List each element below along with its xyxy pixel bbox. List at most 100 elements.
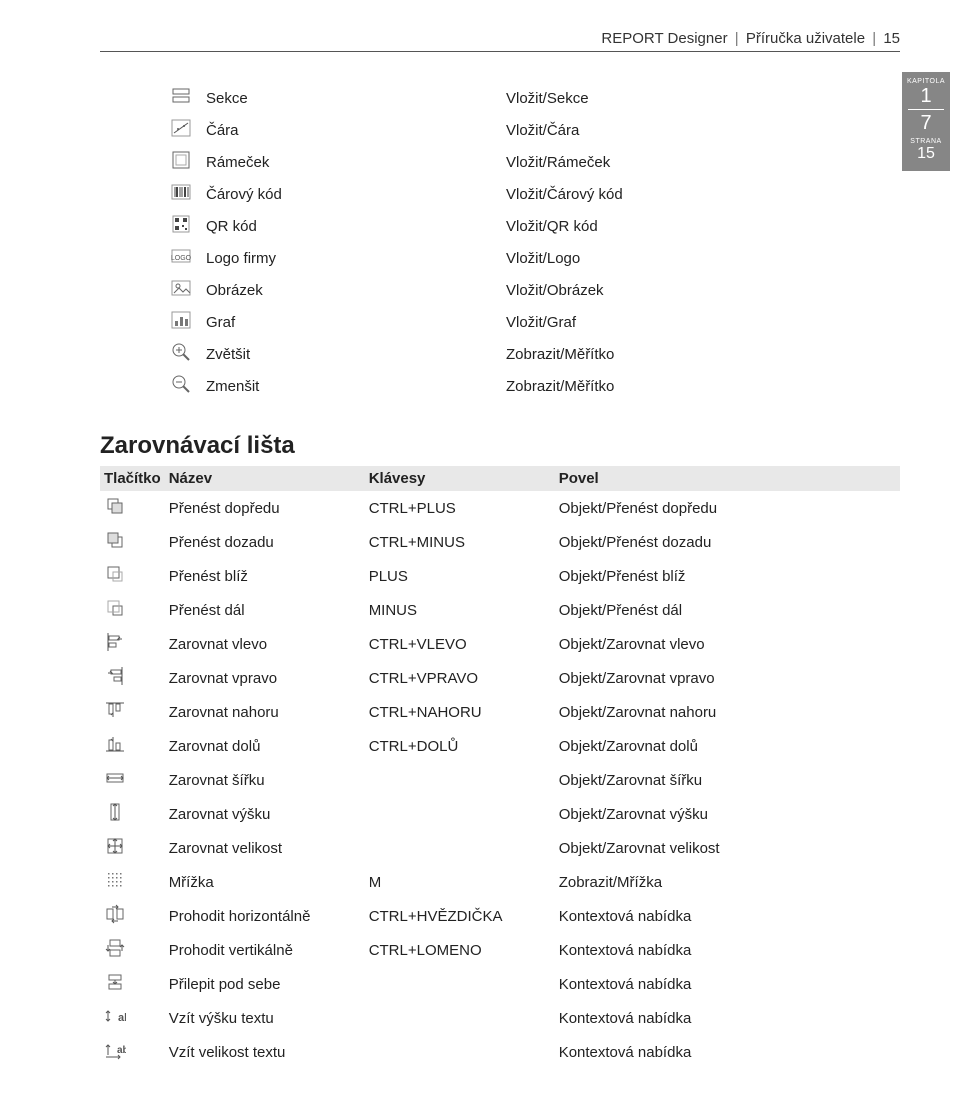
alignment-table-row: Zarovnat vlevoCTRL+VLEVOObjekt/Zarovnat … <box>100 627 900 661</box>
insert-row-name: Čárový kód <box>206 186 282 203</box>
logo-icon: LOGO <box>170 245 192 267</box>
align-row-keys: CTRL+NAHORU <box>369 704 482 721</box>
sidebar-page: 15 <box>902 145 950 163</box>
align-top-icon <box>104 699 126 721</box>
insert-table-row: QR kódVložit/QR kód <box>170 210 900 242</box>
insert-row-name: Zvětšit <box>206 346 250 363</box>
insert-row-cmd: Vložit/Obrázek <box>506 282 604 299</box>
align-row-keys: CTRL+HVĚZDIČKA <box>369 908 503 925</box>
align-row-name: Prohodit horizontálně <box>169 908 311 925</box>
insert-row-name: Obrázek <box>206 282 263 299</box>
alignment-table-row: Prohodit vertikálněCTRL+LOMENOKontextová… <box>100 933 900 967</box>
align-height-icon <box>104 801 126 823</box>
alignment-table-header: TlačítkoNázevKlávesyPovel <box>100 466 900 491</box>
insert-table-row: GrafVložit/Graf <box>170 306 900 338</box>
sidebar-chapter: 1 <box>902 85 950 107</box>
insert-table-row: LOGO Logo firmy Vložit/Logo <box>170 242 900 274</box>
alignment-table-row: Přenést dozadu CTRL+MINUS Objekt/Přenést d… <box>100 525 900 559</box>
insert-table-row: Zvětšit Zobrazit/Měřítko <box>170 338 900 370</box>
alignment-table-row: Přenést blížPLUSObjekt/Přenést blíž <box>100 559 900 593</box>
bring-near-icon <box>104 563 126 585</box>
insert-row-cmd: Vložit/Graf <box>506 314 576 331</box>
header-doc: Příručka uživatele <box>746 30 865 47</box>
align-row-cmd: Zobrazit/Mřížka <box>559 874 662 891</box>
sidebar-kapitola-label: KAPITOLA <box>902 78 950 85</box>
align-row-cmd: Objekt/Přenést dopředu <box>559 500 717 517</box>
barcode-icon <box>170 181 192 203</box>
alignment-table-row: Zarovnat nahoruCTRL+NAHORUObjekt/Zarovna… <box>100 695 900 729</box>
chapter-sidebar: KAPITOLA 1 7 STRANA 15 <box>902 72 950 171</box>
qr-icon <box>170 213 192 235</box>
bring-front-icon <box>104 495 126 517</box>
align-row-cmd: Kontextová nabídka <box>559 942 692 959</box>
align-row-name: Prohodit vertikálně <box>169 942 293 959</box>
insert-row-name: Čára <box>206 122 239 139</box>
insert-row-cmd: Vložit/QR kód <box>506 218 598 235</box>
align-row-name: Přenést dozadu <box>169 534 274 551</box>
align-row-name: Přenést dopředu <box>169 500 280 517</box>
insert-table-row: Zmenšit Zobrazit/Měřítko <box>170 370 900 402</box>
sidebar-sub: 7 <box>902 112 950 134</box>
insert-table-row: Čára Vložit/Čára <box>170 114 900 146</box>
insert-row-name: Zmenšit <box>206 378 259 395</box>
frame-icon <box>170 149 192 171</box>
align-row-name: Přenést dál <box>169 602 245 619</box>
insert-toolbar-table: SekceVložit/SekceČáraVložit/ČáraRámečekV… <box>170 82 900 402</box>
swap-h-icon <box>104 903 126 925</box>
insert-row-cmd: Vložit/Logo <box>506 250 580 267</box>
align-row-cmd: Objekt/Zarovnat dolů <box>559 738 698 755</box>
align-row-keys: CTRL+VLEVO <box>369 636 467 653</box>
align-row-cmd: Objekt/Zarovnat velikost <box>559 840 720 857</box>
align-row-keys: CTRL+VPRAVO <box>369 670 478 687</box>
align-row-cmd: Kontextová nabídka <box>559 1010 692 1027</box>
sidebar-divider <box>908 109 944 110</box>
th-btn: Tlačítko <box>104 470 161 487</box>
insert-row-cmd: Vložit/Rámeček <box>506 154 610 171</box>
align-row-name: Zarovnat vpravo <box>169 670 277 687</box>
zoomout-icon <box>170 373 192 395</box>
align-bottom-icon <box>104 733 126 755</box>
alignment-table-row: Zarovnat šířku Objekt/Zarovnat šířku <box>100 763 900 797</box>
svg-text:ab: ab <box>117 1045 126 1056</box>
align-row-cmd: Objekt/Přenést dozadu <box>559 534 712 551</box>
insert-table-row: Obrázek Vložit/Obrázek <box>170 274 900 306</box>
take-th-icon: ab <box>104 1005 126 1027</box>
alignment-table-row: Prohodit horizontálněCTRL+HVĚZDIČKAKonte… <box>100 899 900 933</box>
align-row-name: Vzít velikost textu <box>169 1044 286 1061</box>
insert-row-name: Sekce <box>206 90 248 107</box>
align-row-cmd: Objekt/Zarovnat šířku <box>559 772 702 789</box>
insert-row-cmd: Zobrazit/Měřítko <box>506 378 614 395</box>
align-row-cmd: Objekt/Zarovnat nahoru <box>559 704 717 721</box>
insert-row-name: Logo firmy <box>206 250 276 267</box>
insert-row-cmd: Zobrazit/Měřítko <box>506 346 614 363</box>
insert-row-cmd: Vložit/Čára <box>506 122 579 139</box>
insert-row-cmd: Vložit/Sekce <box>506 90 589 107</box>
align-size-icon <box>104 835 126 857</box>
chart-icon <box>170 309 192 331</box>
grid-icon <box>104 869 126 891</box>
align-row-name: Zarovnat šířku <box>169 772 265 789</box>
align-row-name: Zarovnat dolů <box>169 738 261 755</box>
section-icon <box>170 85 192 107</box>
align-left-icon <box>104 631 126 653</box>
image-icon <box>170 277 192 299</box>
alignment-table-row: Přilepit pod sebeKontextová nabídka <box>100 967 900 1001</box>
alignment-table-row: abVzít výšku textuKontextová nabídka <box>100 1001 900 1035</box>
swap-v-icon <box>104 937 126 959</box>
svg-text:LOGO: LOGO <box>171 255 192 262</box>
send-back-icon <box>104 529 126 551</box>
align-row-name: Mřížka <box>169 874 214 891</box>
align-row-cmd: Kontextová nabídka <box>559 1044 692 1061</box>
alignment-table-row: Zarovnat výškuObjekt/Zarovnat výšku <box>100 797 900 831</box>
header-page: 15 <box>883 30 900 47</box>
header-product: REPORT Designer <box>601 30 727 47</box>
insert-table-row: Sekce Vložit/Sekce <box>170 82 900 114</box>
alignment-table-row: Zarovnat dolů CTRL+DOLŮ Objekt/Zarovnat do… <box>100 729 900 763</box>
align-row-keys: CTRL+MINUS <box>369 534 465 551</box>
zoomin-icon <box>170 341 192 363</box>
insert-table-row: Čárový kódVložit/Čárový kód <box>170 178 900 210</box>
align-row-keys: CTRL+DOLŮ <box>369 738 459 755</box>
take-ts-icon: ab <box>104 1039 126 1061</box>
th-keys: Klávesy <box>369 470 426 487</box>
align-row-keys: MINUS <box>369 602 417 619</box>
